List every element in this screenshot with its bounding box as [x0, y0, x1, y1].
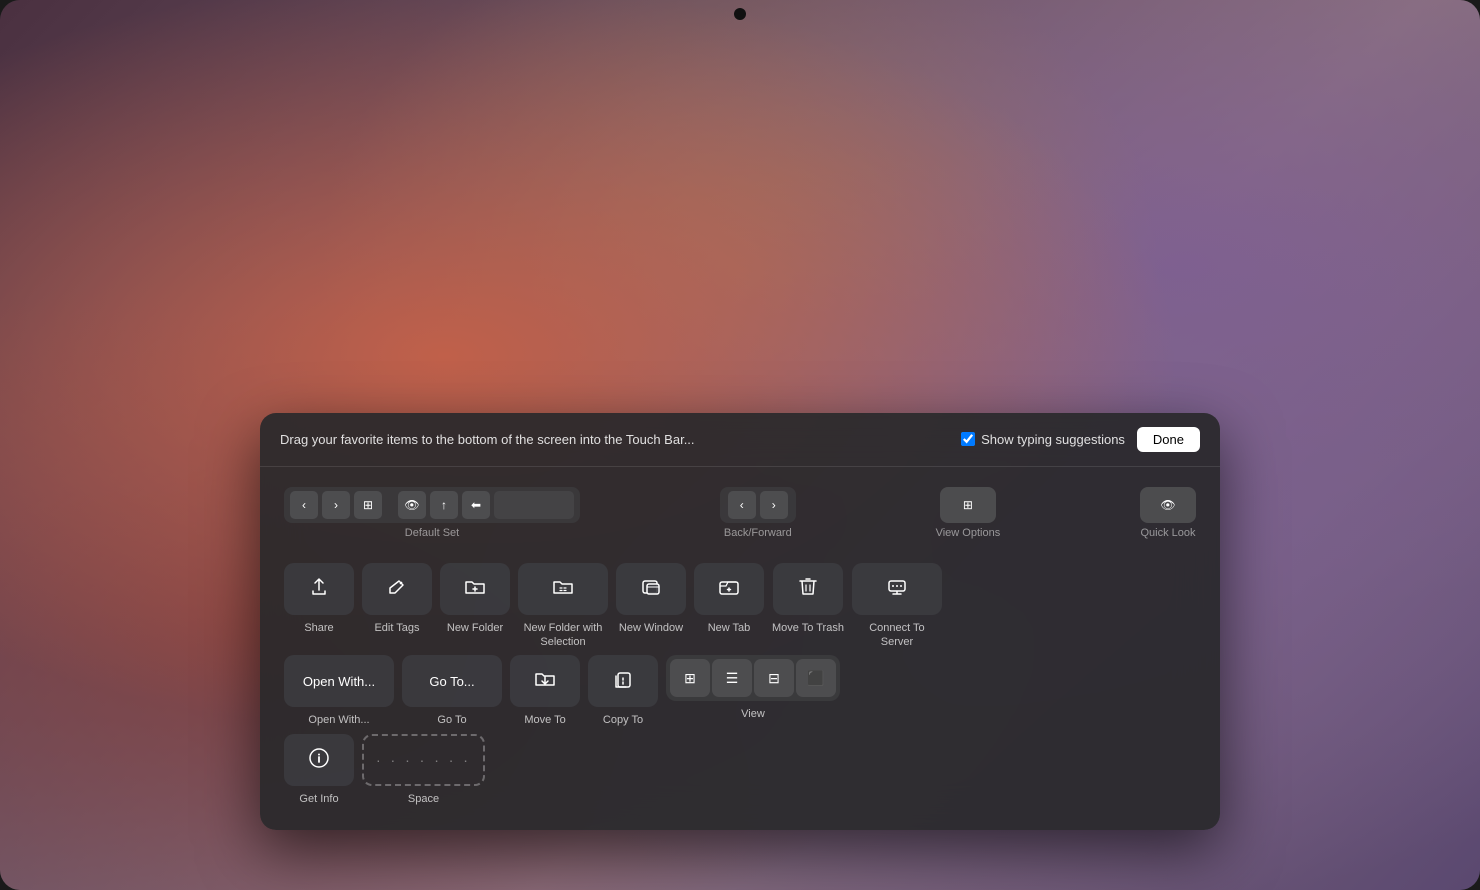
move-to-trash-button[interactable]	[773, 563, 843, 615]
go-to-button[interactable]: Go To...	[402, 655, 502, 707]
tb-nav-forward[interactable]: ›	[760, 491, 788, 519]
move-to-tile: Move To	[510, 655, 580, 727]
panel-header: Drag your favorite items to the bottom o…	[260, 413, 1220, 467]
space-dots: · · · · · · ·	[376, 752, 471, 768]
move-to-trash-label: Move To Trash	[772, 621, 844, 635]
view-column-btn[interactable]: ⊟	[754, 659, 794, 697]
move-to-button[interactable]	[510, 655, 580, 707]
open-with-label: Open With...	[308, 713, 369, 727]
tb-back-btn[interactable]: ‹	[290, 491, 318, 519]
open-with-text: Open With...	[303, 674, 375, 689]
back-forward-label: Back/Forward	[724, 527, 792, 539]
items-row-2: Open With... Open With... Go To... Go To	[284, 655, 1196, 727]
share-label: Share	[304, 621, 333, 635]
move-to-label: Move To	[524, 713, 565, 727]
view-gallery-btn[interactable]: ⬛	[796, 659, 836, 697]
edit-tags-label: Edit Tags	[374, 621, 419, 635]
get-info-label: Get Info	[299, 792, 338, 806]
new-window-tile: New Window	[616, 563, 686, 635]
items-row-3: Get Info · · · · · · · Space	[284, 734, 1196, 806]
get-info-tile: Get Info	[284, 734, 354, 806]
mac-frame: Drag your favorite items to the bottom o…	[0, 0, 1480, 890]
tb-grid-btn[interactable]: ⊞	[354, 491, 382, 519]
done-button[interactable]: Done	[1137, 427, 1200, 452]
edit-tags-button[interactable]	[362, 563, 432, 615]
tb-forward-btn[interactable]: ›	[322, 491, 350, 519]
new-tab-button[interactable]	[694, 563, 764, 615]
view-options-label: View Options	[936, 527, 1001, 539]
new-folder-label: New Folder	[447, 621, 503, 635]
back-forward-group: ‹ ›	[720, 487, 796, 523]
tb-spacer	[494, 491, 574, 519]
new-tab-label: New Tab	[708, 621, 751, 635]
new-tab-tile: New Tab	[694, 563, 764, 635]
view-tile: ⊞ ☰ ⊟ ⬛ View	[666, 655, 840, 721]
back-forward-col: ‹ › Back/Forward	[720, 487, 796, 539]
panel-header-right: Show typing suggestions Done	[961, 427, 1200, 452]
new-folder-tile: New Folder	[440, 563, 510, 635]
new-tab-icon	[718, 577, 740, 600]
copy-to-icon	[612, 669, 634, 694]
go-to-tile: Go To... Go To	[402, 655, 502, 727]
show-suggestions-label[interactable]: Show typing suggestions	[961, 432, 1125, 447]
get-info-button[interactable]	[284, 734, 354, 786]
new-folder-selection-label: New Folder with Selection	[518, 621, 608, 650]
default-set-group: ‹ › ⊞ 👁 ↑ ⬅	[284, 487, 580, 523]
go-to-label: Go To	[437, 713, 466, 727]
tb-back2-btn[interactable]: ⬅	[462, 491, 490, 519]
panel-instruction: Drag your favorite items to the bottom o…	[280, 432, 695, 447]
view-list-btn[interactable]: ☰	[712, 659, 752, 697]
go-to-text: Go To...	[429, 674, 474, 689]
trash-icon	[798, 576, 818, 601]
space-button[interactable]: · · · · · · ·	[362, 734, 485, 786]
default-set-col: ‹ › ⊞ 👁 ↑ ⬅ Default Set	[284, 487, 580, 539]
space-tile: · · · · · · · Space	[362, 734, 485, 806]
camera-notch	[734, 8, 746, 20]
quick-look-col: 👁 Quick Look	[1140, 487, 1196, 539]
info-icon	[308, 747, 330, 772]
new-folder-button[interactable]	[440, 563, 510, 615]
quick-look-btn[interactable]: 👁	[1140, 487, 1196, 523]
share-button[interactable]	[284, 563, 354, 615]
view-options-btn[interactable]: ⊞	[940, 487, 996, 523]
copy-to-button[interactable]	[588, 655, 658, 707]
copy-to-tile: Copy To	[588, 655, 658, 727]
tb-eye-btn[interactable]: 👁	[398, 491, 426, 519]
share-icon	[309, 577, 329, 600]
new-window-button[interactable]	[616, 563, 686, 615]
tb-nav-back[interactable]: ‹	[728, 491, 756, 519]
share-tile: Share	[284, 563, 354, 635]
server-icon	[886, 577, 908, 600]
new-folder-selection-tile: New Folder with Selection	[518, 563, 608, 650]
touchbar-customization-panel: Drag your favorite items to the bottom o…	[260, 413, 1220, 830]
panel-content: ‹ › ⊞ 👁 ↑ ⬅ Default Set ‹ ›	[260, 467, 1220, 830]
default-set-label: Default Set	[405, 527, 459, 539]
items-row-1: Share Edit Tags	[284, 563, 1196, 650]
copy-to-label: Copy To	[603, 713, 643, 727]
new-folder-selection-icon	[552, 577, 574, 600]
view-group: ⊞ ☰ ⊟ ⬛	[666, 655, 840, 701]
connect-to-server-tile: Connect To Server	[852, 563, 942, 650]
tb-share-tb-btn[interactable]: ↑	[430, 491, 458, 519]
connect-to-server-label: Connect To Server	[852, 621, 942, 650]
open-with-tile: Open With... Open With...	[284, 655, 394, 727]
edit-tags-icon	[387, 577, 407, 600]
new-window-label: New Window	[619, 621, 683, 635]
items-grid: Share Edit Tags	[284, 563, 1196, 806]
new-folder-selection-button[interactable]	[518, 563, 608, 615]
new-window-icon	[640, 577, 662, 600]
quick-look-label: Quick Look	[1140, 527, 1195, 539]
connect-to-server-button[interactable]	[852, 563, 942, 615]
move-to-icon	[534, 669, 556, 694]
edit-tags-tile: Edit Tags	[362, 563, 432, 635]
view-label: View	[741, 707, 765, 721]
show-suggestions-checkbox[interactable]	[961, 432, 975, 446]
view-icon-btn[interactable]: ⊞	[670, 659, 710, 697]
touchbar-preview: ‹ › ⊞ 👁 ↑ ⬅ Default Set ‹ ›	[284, 487, 1196, 539]
view-options-col: ⊞ View Options	[936, 487, 1001, 539]
open-with-button[interactable]: Open With...	[284, 655, 394, 707]
new-folder-icon	[464, 577, 486, 600]
space-label: Space	[408, 792, 439, 806]
move-to-trash-tile: Move To Trash	[772, 563, 844, 635]
